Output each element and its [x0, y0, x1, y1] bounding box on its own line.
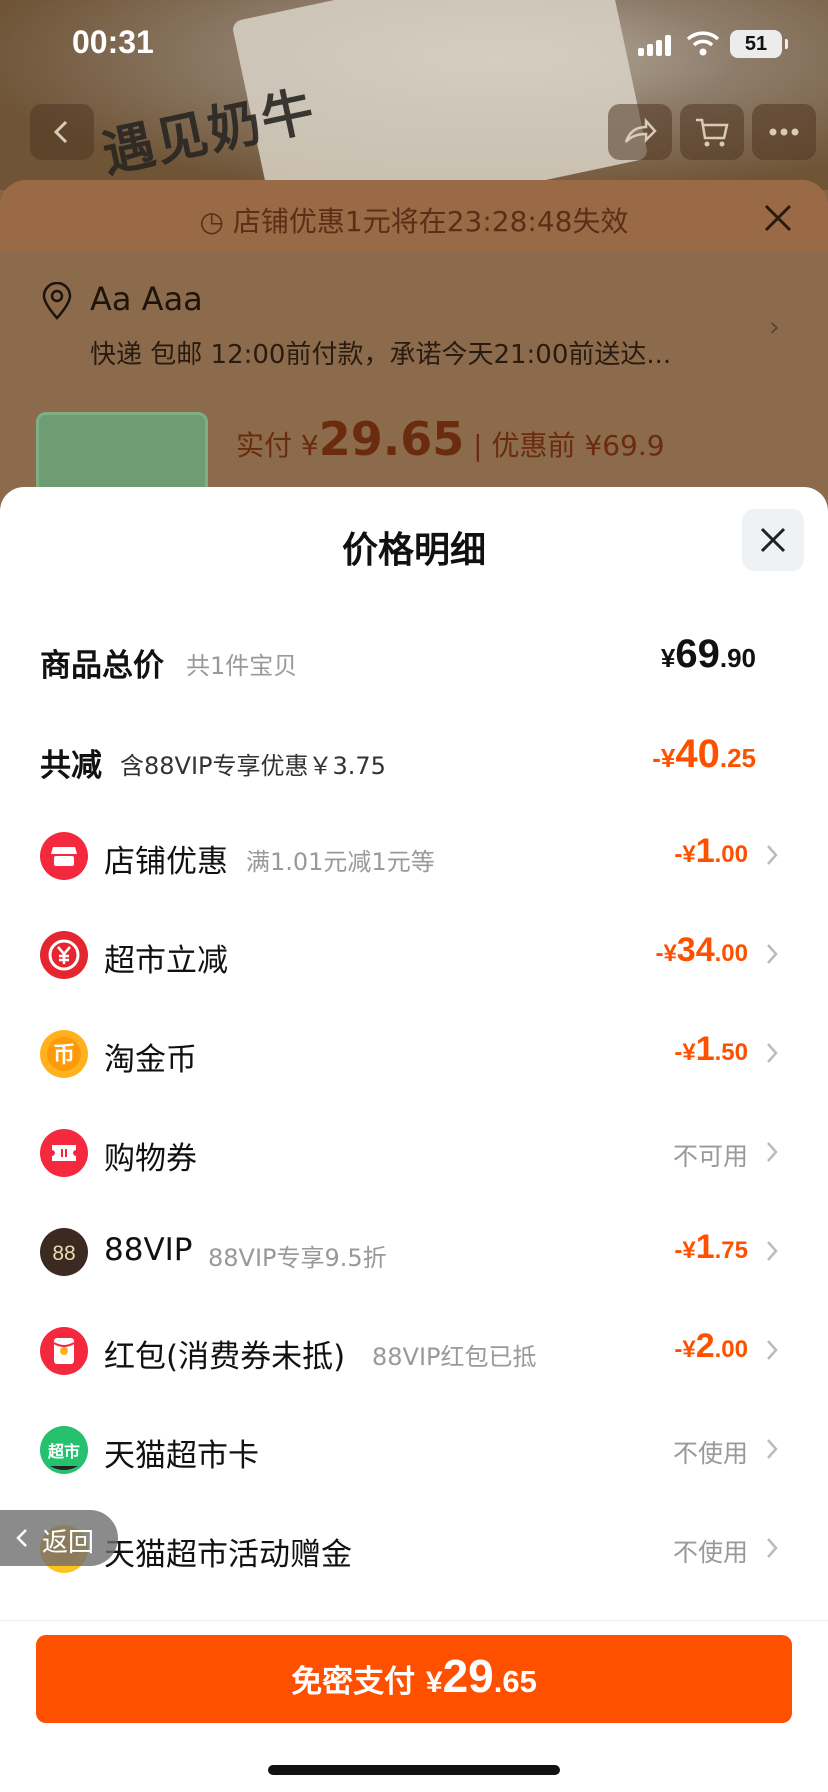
status-time: 00:31	[72, 24, 154, 60]
clock-icon: ◷	[199, 205, 233, 238]
pay-label: 免密支付	[291, 1664, 426, 1700]
price-summary: 实付 ¥29.65 | 优惠前 ¥69.9	[236, 412, 665, 466]
chevron-right-icon	[767, 1538, 778, 1558]
chevron-right-icon	[767, 1439, 778, 1459]
price-before: 优惠前 ¥69.9	[491, 429, 665, 462]
status-text: 不使用	[672, 1439, 748, 1468]
status-text: 不使用	[672, 1538, 748, 1567]
return-label: 返回	[42, 1528, 95, 1558]
location-pin-icon	[42, 282, 72, 320]
discount-row-voucher[interactable]: 购物券 不可用	[40, 1123, 788, 1183]
close-icon[interactable]	[760, 200, 796, 236]
discount-amount: -¥2.00	[674, 1327, 748, 1365]
home-indicator	[268, 1765, 560, 1775]
chevron-left-icon	[16, 1529, 27, 1547]
reduction-sub: 含88VIP专享优惠￥3.75	[120, 752, 386, 780]
more-icon	[769, 128, 799, 136]
discount-row-88vip[interactable]: 88 88VIP 88VIP专享9.5折 -¥1.75	[40, 1222, 788, 1282]
status-text: 不可用	[672, 1142, 748, 1171]
discount-amount: -¥1.75	[674, 1228, 748, 1266]
nav-more-button[interactable]	[752, 104, 816, 160]
reduction-amount: -¥40.25	[652, 732, 756, 776]
svg-text:超市: 超市	[47, 1442, 80, 1461]
discount-row-red-packet[interactable]: 红包(消费券未抵) 88VIP红包已抵 -¥2.00	[40, 1321, 788, 1381]
vip-88-icon: 88	[40, 1228, 88, 1276]
nav-back-button[interactable]	[30, 104, 94, 160]
yuan-badge-icon	[40, 931, 88, 979]
total-sub: 共1件宝贝	[186, 652, 298, 680]
chevron-right-icon	[767, 1043, 778, 1063]
shop-icon	[40, 832, 88, 880]
close-button[interactable]	[742, 509, 804, 571]
nav-share-button[interactable]	[608, 104, 672, 160]
discount-amount: -¥1.50	[674, 1030, 748, 1068]
total-reduction-row: 共减 含88VIP专享优惠￥3.75 -¥40.25	[40, 730, 756, 790]
battery-icon: 51	[730, 30, 788, 58]
price-prefix: 实付 ¥	[236, 429, 319, 462]
status-bar: 00:31 51	[0, 0, 828, 90]
discount-row-supermarket[interactable]: 超市立减 -¥34.00	[40, 925, 788, 985]
svg-text:币: 币	[53, 1043, 75, 1068]
red-packet-icon	[40, 1327, 88, 1375]
price-value: 29.65	[318, 412, 465, 466]
chevron-right-icon	[767, 1142, 778, 1162]
chevron-right-icon: ›	[768, 310, 780, 343]
chevron-left-icon	[53, 120, 68, 144]
nav-cart-button[interactable]	[680, 104, 744, 160]
discount-row-activity-bonus[interactable]: 天猫超市活动赠金 不使用	[40, 1519, 788, 1579]
discount-amount: -¥34.00	[655, 931, 748, 969]
discount-row-coin[interactable]: 币 淘金币 -¥1.50	[40, 1024, 788, 1084]
delivery-desc: 快递 包邮 12:00前付款，承诺今天21:00前送达...	[90, 340, 672, 370]
promo-banner: ◷ 店铺优惠1元将在23:28:48失效	[0, 180, 828, 252]
tmall-supermarket-icon: 超市	[40, 1426, 88, 1474]
wifi-icon	[686, 31, 720, 56]
chevron-right-icon	[767, 1241, 778, 1261]
ticket-icon	[40, 1129, 88, 1177]
chevron-right-icon	[767, 1340, 778, 1360]
address-row[interactable]: Aa Aaa 快递 包邮 12:00前付款，承诺今天21:00前送达... ›	[40, 280, 790, 380]
pay-bar: 免密支付 ¥29.65	[0, 1620, 828, 1792]
price-detail-sheet: 价格明细 商品总价 共1件宝贝 ¥69.90 共减 含88VIP专享优惠￥3.7…	[0, 487, 828, 1792]
return-button[interactable]: 返回	[0, 1510, 118, 1566]
total-label: 商品总价	[40, 648, 164, 684]
cart-icon	[696, 118, 729, 147]
total-amount: ¥69.90	[660, 632, 756, 676]
discount-amount: -¥1.00	[674, 832, 748, 870]
sheet-title: 价格明细	[341, 530, 486, 571]
promo-text: 店铺优惠1元将在23:28:48失效	[232, 205, 629, 238]
pay-button[interactable]: 免密支付 ¥29.65	[36, 1635, 792, 1723]
signal-icon	[638, 34, 674, 56]
coin-icon: 币	[40, 1030, 88, 1078]
chevron-right-icon	[767, 845, 778, 865]
close-icon	[760, 527, 786, 553]
discount-row-supermarket-card[interactable]: 超市 天猫超市卡 不使用	[40, 1420, 788, 1480]
total-price-row: 商品总价 共1件宝贝 ¥69.90	[40, 630, 756, 690]
share-icon	[624, 117, 657, 144]
reduction-label: 共减	[40, 748, 102, 784]
chevron-right-icon	[767, 944, 778, 964]
discount-row-shop[interactable]: 店铺优惠 满1.01元减1元等 -¥1.00	[40, 826, 788, 886]
svg-text:88: 88	[52, 1242, 75, 1265]
address-name: Aa Aaa	[90, 280, 203, 318]
